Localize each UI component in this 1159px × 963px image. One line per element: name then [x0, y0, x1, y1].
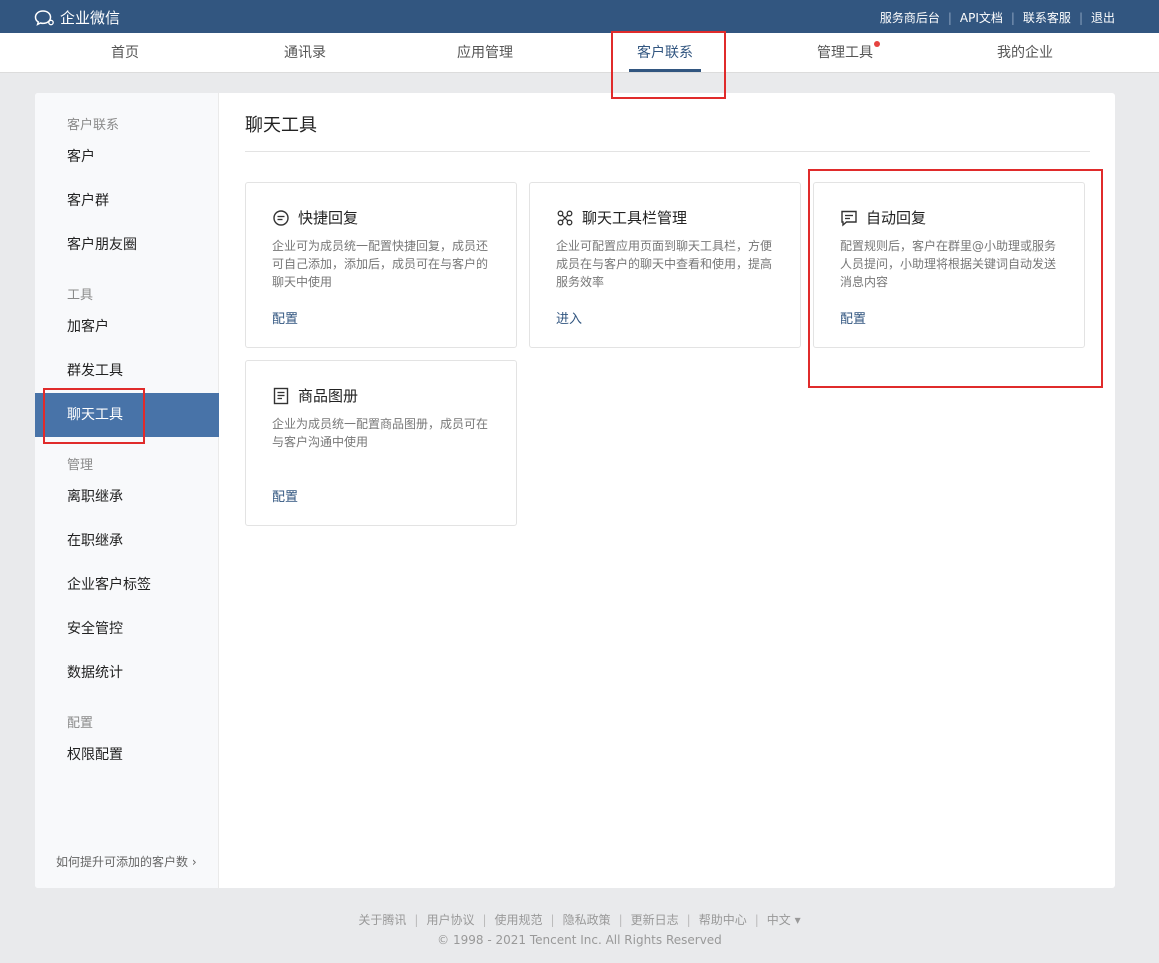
wework-logo-icon [34, 9, 56, 27]
main-nav: 首页 通讯录 应用管理 客户联系 管理工具 我的企业 [0, 33, 1159, 73]
card-description: 企业为成员统一配置商品图册，成员可在与客户沟通中使用 [272, 417, 489, 449]
logout-link[interactable]: 退出 [1091, 9, 1115, 26]
card-title: 聊天工具栏管理 [556, 207, 687, 228]
card-title-text: 商品图册 [298, 387, 359, 405]
sidebar-item-customer[interactable]: 客户 [35, 135, 219, 179]
divider: | [947, 10, 952, 25]
sidebar-item-security[interactable]: 安全管控 [35, 607, 219, 651]
card-description: 配置规则后，客户在群里@小助理或服务人员提问，小助理将根据关键词自动发送消息内容 [840, 239, 1057, 289]
footer-usage-rules-link[interactable]: 使用规范 [495, 913, 543, 927]
divider: | [414, 913, 419, 927]
footer-changelog-link[interactable]: 更新日志 [631, 913, 679, 927]
divider: | [1078, 10, 1083, 25]
auto-reply-icon [840, 209, 858, 227]
divider: | [482, 913, 487, 927]
top-links: 服务商后台 | API文档 | 联系客服 | 退出 [880, 9, 1115, 26]
card-title-text: 快捷回复 [298, 209, 359, 227]
sidebar-item-customer-tags[interactable]: 企业客户标签 [35, 563, 219, 607]
card-title: 商品图册 [272, 385, 358, 406]
divider: | [754, 913, 759, 927]
card-title: 自动回复 [840, 207, 926, 228]
divider: | [550, 913, 555, 927]
provider-console-link[interactable]: 服务商后台 [880, 9, 940, 26]
sidebar-item-chat-tools[interactable]: 聊天工具 [35, 393, 219, 437]
nav-management-tools[interactable]: 管理工具 [755, 33, 935, 73]
brand-name: 企业微信 [60, 9, 121, 27]
nav-app-management[interactable]: 应用管理 [395, 33, 575, 73]
footer-user-agreement-link[interactable]: 用户协议 [426, 913, 474, 927]
sidebar-item-add-customer[interactable]: 加客户 [35, 305, 219, 349]
sidebar-item-stats[interactable]: 数据统计 [35, 651, 219, 695]
nav-contacts[interactable]: 通讯录 [215, 33, 395, 73]
auto-reply-config-link[interactable]: 配置 [840, 308, 866, 327]
sidebar-item-permissions[interactable]: 权限配置 [35, 733, 219, 777]
sidebar-item-onjob-inherit[interactable]: 在职继承 [35, 519, 219, 563]
footer-links: 关于腾讯 | 用户协议 | 使用规范 | 隐私政策 | 更新日志 | 帮助中心 | 中文 ▾ [0, 911, 1159, 928]
card-quick-reply: 快捷回复 企业可为成员统一配置快捷回复，成员还可自己添加，添加后，成员可在与客户… [245, 182, 517, 348]
chat-toolbar-enter-link[interactable]: 进入 [556, 308, 582, 327]
api-docs-link[interactable]: API文档 [960, 9, 1003, 26]
footer-help-link[interactable]: 帮助中心 [699, 913, 747, 927]
language-selector[interactable]: 中文 ▾ [767, 913, 801, 927]
nav-customer-contact[interactable]: 客户联系 [575, 33, 755, 73]
divider: | [1010, 10, 1015, 25]
contact-support-link[interactable]: 联系客服 [1023, 9, 1071, 26]
top-bar: 企业微信 服务商后台 | API文档 | 联系客服 | 退出 [0, 0, 1159, 33]
divider: | [686, 913, 691, 927]
increase-customer-limit-link[interactable]: 如何提升可添加的客户数 › [56, 853, 197, 870]
toolbar-icon [556, 209, 574, 227]
quick-reply-icon [272, 209, 290, 227]
catalog-icon [272, 387, 290, 405]
copyright: © 1998 - 2021 Tencent Inc. All Rights Re… [437, 933, 722, 947]
sidebar-group-customer: 客户联系 [67, 118, 120, 133]
quick-reply-config-link[interactable]: 配置 [272, 308, 298, 327]
sidebar-item-moments[interactable]: 客户朋友圈 [35, 223, 219, 267]
card-description: 企业可为成员统一配置快捷回复，成员还可自己添加，添加后，成员可在与客户的聊天中使… [272, 239, 489, 289]
footer-privacy-link[interactable]: 隐私政策 [563, 913, 611, 927]
sidebar-item-resign-inherit[interactable]: 离职继承 [35, 475, 219, 519]
card-title-text: 聊天工具栏管理 [582, 209, 688, 227]
card-product-catalog: 商品图册 企业为成员统一配置商品图册，成员可在与客户沟通中使用 配置 [245, 360, 517, 526]
nav-home[interactable]: 首页 [35, 33, 215, 73]
sidebar-group-manage: 管理 [67, 458, 94, 473]
active-tab-underline [629, 69, 701, 72]
card-auto-reply: 自动回复 配置规则后，客户在群里@小助理或服务人员提问，小助理将根据关键词自动发… [813, 182, 1085, 348]
card-title: 快捷回复 [272, 207, 358, 228]
sidebar-item-mass-send[interactable]: 群发工具 [35, 349, 219, 393]
sidebar: 客户联系 客户 客户群 客户朋友圈 工具 加客户 群发工具 聊天工具 管理 离职… [35, 93, 219, 888]
divider: | [618, 913, 623, 927]
product-catalog-config-link[interactable]: 配置 [272, 486, 298, 505]
card-description: 企业可配置应用页面到聊天工具栏，方便成员在与客户的聊天中查看和使用，提高服务效率 [556, 239, 773, 289]
nav-my-enterprise[interactable]: 我的企业 [935, 33, 1115, 73]
sidebar-group-tools: 工具 [67, 288, 94, 303]
title-divider [245, 151, 1090, 152]
card-title-text: 自动回复 [866, 209, 927, 227]
main-panel: 客户联系 客户 客户群 客户朋友圈 工具 加客户 群发工具 聊天工具 管理 离职… [35, 93, 1115, 888]
notification-dot [874, 41, 880, 47]
nav-customer-contact-label: 客户联系 [637, 45, 693, 61]
card-chat-toolbar: 聊天工具栏管理 企业可配置应用页面到聊天工具栏，方便成员在与客户的聊天中查看和使… [529, 182, 801, 348]
brand-logo[interactable]: 企业微信 [34, 7, 120, 28]
page-title: 聊天工具 [245, 115, 317, 136]
sidebar-item-customer-group[interactable]: 客户群 [35, 179, 219, 223]
footer-about-link[interactable]: 关于腾讯 [358, 913, 406, 927]
sidebar-group-config: 配置 [67, 716, 94, 731]
